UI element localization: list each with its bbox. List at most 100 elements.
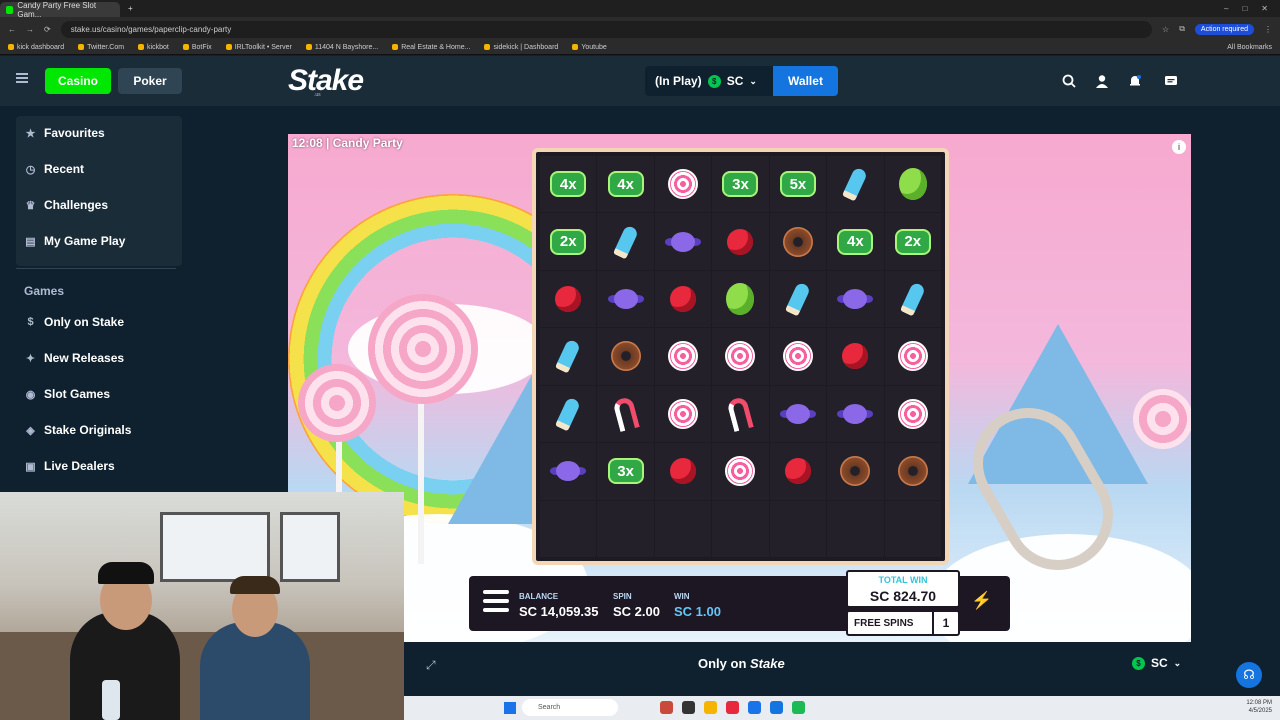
multiplier-symbol: 3x (722, 171, 759, 198)
system-tray-clock[interactable]: 12:08 PM 4/5/2025 (1246, 699, 1272, 715)
apple-symbol-icon (555, 286, 582, 313)
bookmark-item[interactable]: kick dashboard (8, 44, 64, 51)
wallet-button[interactable]: Wallet (773, 66, 838, 96)
extensions-icon[interactable]: ⧉ (1179, 24, 1185, 34)
balance-status: (In Play) (655, 74, 702, 88)
lollipop-decor (298, 364, 376, 442)
chrome-icon[interactable] (748, 701, 761, 714)
new-tab-icon[interactable]: + (128, 4, 133, 13)
sidebar-item-live-dealers[interactable]: ▣ Live Dealers (24, 455, 114, 477)
app-icon[interactable] (660, 701, 673, 714)
sidebar-item-only-on-stake[interactable]: $ Only on Stake (24, 311, 124, 333)
windows-start-icon[interactable] (504, 702, 516, 714)
reel-grid: 4x 4x 3x 5x 2x 4x 2x 3x (532, 148, 949, 565)
back-icon[interactable]: ← (8, 25, 16, 34)
taskbar-search[interactable]: Search (522, 699, 618, 716)
headset-icon[interactable]: ☊ (1236, 662, 1262, 688)
sidebar-item-my-game-play[interactable]: ▤ My Game Play (24, 230, 125, 252)
reel-cell (654, 270, 712, 328)
app-icon[interactable] (682, 701, 695, 714)
reel-cell: 4x (827, 213, 884, 270)
bookmark-item[interactable]: sidekick | Dashboard (484, 44, 558, 51)
apple-symbol-icon (727, 228, 754, 255)
bookmark-star-icon[interactable]: ☆ (1162, 25, 1169, 34)
icepop-symbol-icon (612, 224, 639, 260)
reel-cell (712, 328, 769, 385)
browser-tab-bar: Candy Party Free Slot Gam... + – □ ✕ (0, 0, 1280, 19)
reel-cell (597, 328, 654, 385)
webcam-window-bg (160, 512, 270, 582)
bookmark-item[interactable]: Youtube (572, 44, 607, 51)
menu-icon[interactable] (16, 73, 28, 83)
bookmark-icon (78, 44, 85, 51)
reload-icon[interactable]: ⟳ (44, 25, 51, 34)
url-field[interactable]: stake.us/casino/games/paperclip-candy-pa… (60, 20, 1153, 38)
all-bookmarks[interactable]: All Bookmarks (1227, 44, 1272, 51)
reel-cell (712, 270, 769, 328)
balance-selector[interactable]: (In Play) $ SC ⌄ (645, 66, 773, 96)
icepop-symbol-icon (842, 166, 869, 202)
reel-cell (654, 500, 712, 557)
browser-tab[interactable]: Candy Party Free Slot Gam... (0, 1, 120, 19)
sidebar-games-heading[interactable]: Games (24, 284, 64, 298)
lollipop-symbol-icon (725, 456, 756, 487)
reel-cell (712, 500, 769, 557)
reel-cell: 4x (540, 156, 597, 213)
app-icon[interactable] (726, 701, 739, 714)
bookmark-item[interactable]: 11404 N Bayshore... (305, 44, 378, 51)
sidebar-item-recent[interactable]: ◷ Recent (24, 158, 84, 180)
sidebar-item-favourites[interactable]: ★ Favourites (24, 122, 105, 144)
reel-cell (769, 443, 827, 500)
bookmark-item[interactable]: Twitter.Com (78, 44, 124, 51)
folder-icon[interactable] (704, 701, 717, 714)
search-icon[interactable] (1061, 73, 1077, 89)
balance-label: BALANCE (519, 592, 559, 601)
game-menu-icon[interactable] (483, 590, 509, 616)
reel-cell: 2x (540, 213, 597, 270)
apple-symbol-icon (670, 286, 697, 313)
maximize-icon[interactable]: □ (1242, 4, 1247, 13)
chat-icon[interactable] (1163, 73, 1179, 89)
info-icon[interactable]: i (1172, 140, 1186, 154)
reel-cell (827, 385, 884, 443)
game-frame[interactable]: 12:08 | Candy Party i 4x 4x 3x 5x 2x 4x 2x 3x B… (288, 134, 1191, 642)
spotify-icon[interactable] (792, 701, 805, 714)
expand-icon[interactable]: ⤢ (426, 658, 436, 673)
sidebar-item-new-releases[interactable]: ✦ New Releases (24, 347, 124, 369)
reel-cell (827, 328, 884, 385)
sidebar-item-stake-originals[interactable]: ◈ Stake Originals (24, 419, 131, 441)
footer-currency-selector[interactable]: $ SC ⌄ (1132, 656, 1181, 670)
bookmark-item[interactable]: kickbot (138, 44, 169, 51)
minimize-icon[interactable]: – (1224, 4, 1228, 13)
close-icon[interactable]: ✕ (1261, 4, 1268, 13)
bookmark-item[interactable]: Real Estate & Home... (392, 44, 470, 51)
poker-button[interactable]: Poker (118, 68, 182, 94)
bookmark-icon (225, 44, 232, 51)
slot-icon: ◉ (25, 388, 36, 401)
notification-bell-icon[interactable] (1127, 73, 1143, 89)
webcam-window-bg (280, 512, 340, 582)
app-icon[interactable] (770, 701, 783, 714)
total-win-box: TOTAL WIN SC 824.70 (846, 570, 960, 608)
lollipop-symbol-icon (668, 398, 699, 429)
forward-icon[interactable]: → (26, 25, 34, 34)
game-title: 12:08 | Candy Party (292, 136, 403, 150)
casino-button[interactable]: Casino (45, 68, 111, 94)
user-icon[interactable] (1094, 73, 1110, 89)
action-required-button[interactable]: Action required (1194, 23, 1254, 35)
bookmark-icon (8, 44, 14, 51)
sidebar-item-slot-games[interactable]: ◉ Slot Games (24, 383, 110, 405)
total-win-value: SC 824.70 (869, 588, 937, 604)
bookmark-item[interactable]: IRLToolkit • Server (225, 44, 292, 51)
sidebar-item-challenges[interactable]: ♛ Challenges (24, 194, 108, 216)
window-controls: – □ ✕ (1224, 4, 1280, 13)
balance-currency: SC (726, 74, 744, 88)
apple-symbol-icon (784, 458, 811, 485)
stake-logo[interactable]: Stake (288, 64, 364, 98)
address-bar: ← → ⟳ stake.us/casino/games/paperclip-ca… (0, 17, 1280, 41)
bookmark-item[interactable]: BotFix (182, 44, 212, 51)
browser-menu-icon[interactable]: ⋮ (1264, 25, 1272, 34)
lightning-icon[interactable]: ⚡ (966, 585, 998, 617)
bookmark-icon (305, 44, 312, 51)
reel-cell: 4x (597, 156, 654, 213)
